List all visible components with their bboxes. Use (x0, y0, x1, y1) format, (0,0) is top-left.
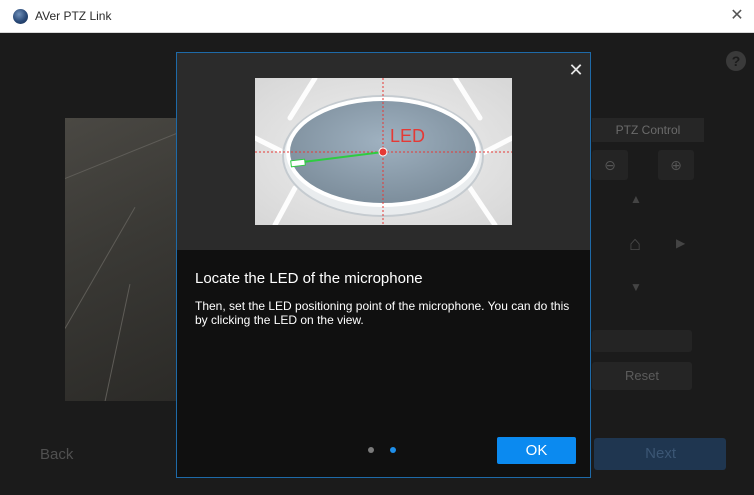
zoom-in-icon[interactable]: ⊕ (658, 150, 694, 180)
home-icon[interactable]: ⌂ (620, 229, 650, 259)
ptz-preset-button[interactable] (592, 330, 692, 352)
arrow-up-icon[interactable]: ▲ (630, 192, 642, 206)
app-logo-icon (13, 9, 28, 24)
camera-preview[interactable] (65, 118, 180, 401)
window-title: AVer PTZ Link (35, 9, 112, 23)
led-label: LED (390, 126, 426, 146)
help-icon[interactable]: ? (726, 51, 746, 71)
pagination-dot-1[interactable] (368, 447, 374, 453)
ok-button[interactable]: OK (497, 437, 576, 464)
next-button[interactable]: Next (594, 438, 726, 470)
reset-button[interactable]: Reset (592, 362, 692, 390)
close-icon[interactable]: ✕ (565, 59, 587, 81)
dialog-body-text: Then, set the LED positioning point of t… (195, 299, 570, 327)
microphone-illustration: LED (255, 78, 512, 225)
zoom-out-icon[interactable]: ⊖ (592, 150, 628, 180)
window-close-button[interactable]: ✕ (726, 5, 748, 27)
pagination-dot-2-active[interactable] (390, 447, 396, 453)
back-button[interactable]: Back (40, 446, 73, 463)
ptz-control-label: PTZ Control (592, 118, 704, 142)
arrow-right-icon[interactable]: ▶ (676, 236, 685, 250)
title-bar: AVer PTZ Link ✕ (0, 0, 754, 33)
dialog-heading: Locate the LED of the microphone (195, 270, 423, 287)
tutorial-dialog: ✕ LED Locate the LED of the microphone T… (176, 52, 591, 478)
dialog-illustration-area: ✕ LED (177, 53, 590, 250)
arrow-down-icon[interactable]: ▼ (630, 280, 642, 294)
